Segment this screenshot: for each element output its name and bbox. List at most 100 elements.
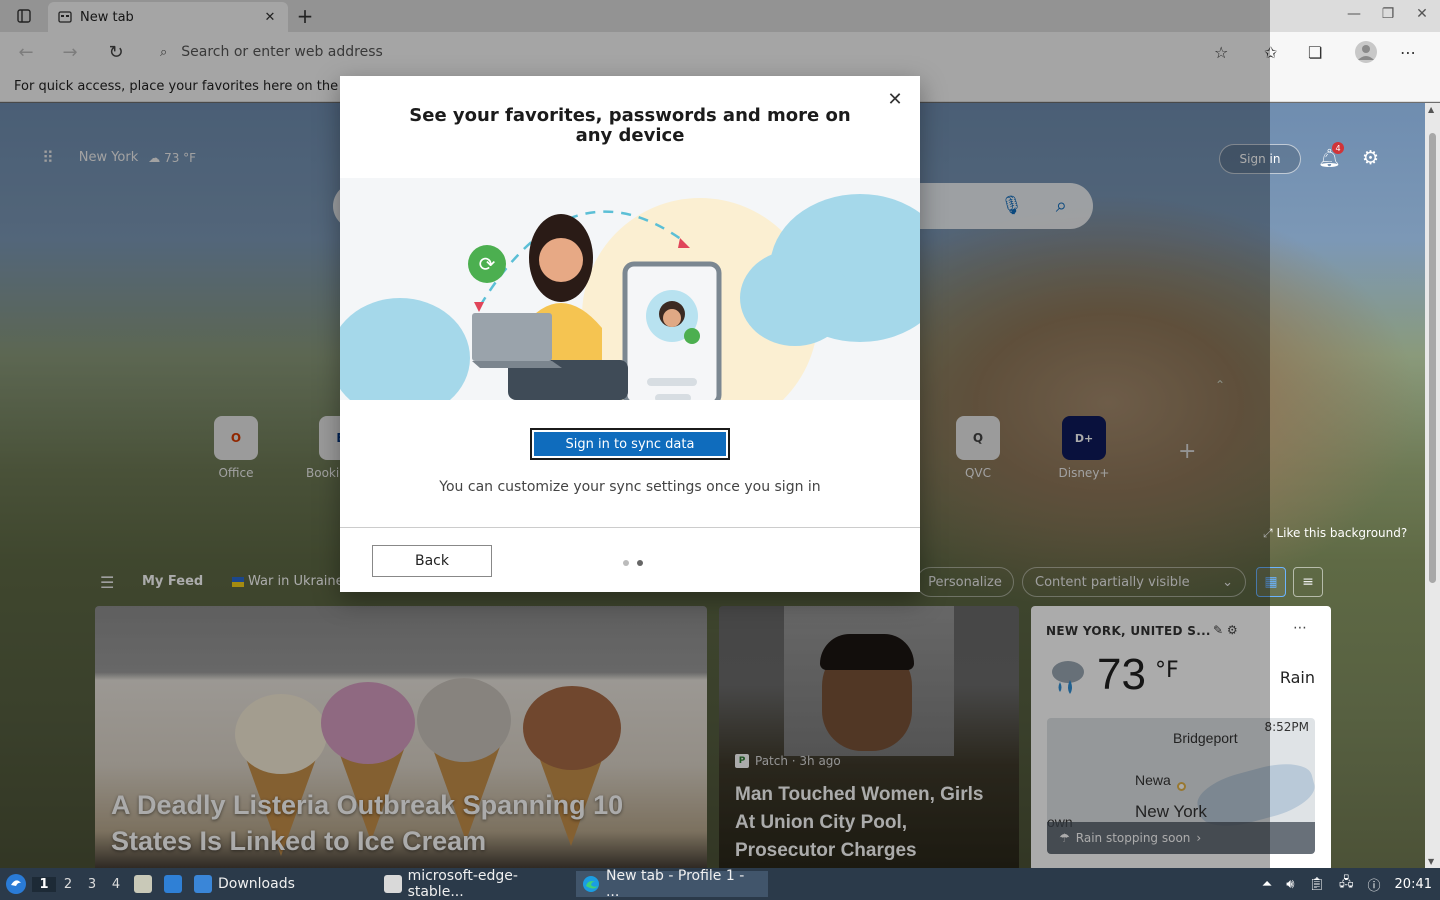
clipboard-icon[interactable]: 📋︎ bbox=[1309, 877, 1326, 892]
start-menu-icon[interactable] bbox=[0, 868, 32, 900]
map-label: Newa bbox=[1135, 772, 1171, 788]
content-visibility-dropdown[interactable]: Content partially visible ⌄ bbox=[1022, 567, 1246, 597]
restore-button[interactable]: ❐ bbox=[1378, 6, 1398, 22]
forward-arrow-icon[interactable]: → bbox=[58, 40, 82, 64]
vanilla-scoop bbox=[235, 694, 327, 774]
taskbar-item-edge-download[interactable]: microsoft-edge-stable... bbox=[378, 868, 576, 900]
list-view-icon[interactable]: ≡ bbox=[1293, 567, 1323, 597]
edit-location-icon[interactable]: ✎ ⚙ bbox=[1213, 623, 1238, 637]
qvc-icon: Q bbox=[956, 416, 1000, 460]
minimize-button[interactable]: — bbox=[1344, 6, 1364, 22]
network-icon[interactable]: 🖧 bbox=[1339, 873, 1354, 895]
like-background-link[interactable]: ⤢ Like this background? bbox=[1263, 526, 1407, 541]
grid-view-icon[interactable]: ▦ bbox=[1256, 567, 1286, 597]
sync-illustration: ⟳ bbox=[340, 178, 920, 400]
strawberry-scoop bbox=[321, 682, 415, 764]
search-submit-icon[interactable]: ⌕ bbox=[1056, 193, 1067, 217]
weather-more-icon[interactable]: ⋯ bbox=[1293, 620, 1307, 636]
dialog-close-icon[interactable]: ✕ bbox=[884, 88, 906, 110]
pagination-dot[interactable] bbox=[623, 560, 629, 566]
quick-link-label: Office bbox=[218, 466, 254, 480]
taskbar-item-downloads[interactable]: Downloads bbox=[188, 871, 378, 897]
workspace-1[interactable]: 1 bbox=[32, 876, 56, 892]
address-input[interactable]: Search or enter web address bbox=[181, 44, 383, 60]
news-card-patch[interactable]: P Patch · 3h ago Man Touched Women, Girl… bbox=[719, 606, 1019, 868]
chevron-up-icon[interactable]: ⌃ bbox=[1215, 378, 1225, 392]
tab-war-in-ukraine[interactable]: War in Ukraine bbox=[232, 574, 344, 589]
weather-mini[interactable]: ☁ 73 °F bbox=[148, 151, 196, 165]
microphone-icon[interactable]: 🎙︎ bbox=[1000, 195, 1023, 216]
news-headline[interactable]: Man Touched Women, Girls At Union City P… bbox=[735, 781, 1005, 865]
scrollbar-thumb[interactable] bbox=[1429, 133, 1436, 583]
desktop-launcher[interactable] bbox=[158, 871, 188, 897]
tab-my-feed[interactable]: My Feed bbox=[142, 574, 203, 589]
chevron-right-icon: › bbox=[1196, 831, 1202, 845]
weather-unit[interactable]: °F bbox=[1155, 658, 1179, 683]
news-source: P Patch · 3h ago bbox=[735, 754, 841, 768]
favorites-icon[interactable]: ✩ bbox=[1264, 40, 1277, 64]
workspace-4[interactable]: 4 bbox=[104, 877, 128, 892]
news-headline[interactable]: A Deadly Listeria Outbreak Spanning 10 S… bbox=[111, 787, 671, 859]
dialog-divider bbox=[340, 527, 920, 528]
settings-gear-icon[interactable]: ⚙ bbox=[1362, 147, 1379, 169]
updates-icon[interactable]: ⓘ bbox=[1368, 875, 1381, 894]
add-quick-link-icon[interactable]: + bbox=[1178, 439, 1196, 464]
quick-link-disney[interactable]: D+ Disney+ bbox=[1049, 416, 1119, 480]
ntp-sign-in-button[interactable]: Sign in bbox=[1219, 144, 1301, 174]
new-tab-page-icon bbox=[58, 11, 72, 23]
weather-location[interactable]: New York bbox=[79, 150, 139, 165]
cookies-scoop bbox=[417, 678, 511, 762]
file-manager-launcher[interactable] bbox=[128, 871, 158, 897]
rain-cloud-icon bbox=[1052, 661, 1084, 694]
app-launcher-icon[interactable]: ⠿ bbox=[42, 148, 55, 167]
back-arrow-icon[interactable]: ← bbox=[14, 40, 38, 64]
close-window-button[interactable]: ✕ bbox=[1412, 6, 1432, 22]
quick-link-label: QVC bbox=[964, 466, 992, 480]
hamburger-menu-icon[interactable]: ☰ bbox=[100, 573, 114, 592]
desktop-icon bbox=[164, 875, 182, 893]
personalize-button[interactable]: Personalize bbox=[916, 567, 1014, 597]
sync-illustration-art: ⟳ bbox=[340, 194, 920, 400]
volume-icon[interactable]: 🔊︎ bbox=[1286, 877, 1294, 892]
more-menu-icon[interactable]: ⋯ bbox=[1400, 40, 1416, 64]
add-favorite-icon[interactable]: ☆ bbox=[1214, 40, 1228, 64]
workspace-3[interactable]: 3 bbox=[80, 877, 104, 892]
news-card-icecream[interactable]: A Deadly Listeria Outbreak Spanning 10 S… bbox=[95, 606, 707, 868]
sign-in-to-sync-button[interactable]: Sign in to sync data bbox=[530, 428, 730, 460]
address-bar[interactable]: ⌕ Search or enter web address bbox=[150, 36, 1245, 68]
taskbar-item-edge-window[interactable]: New tab - Profile 1 - ... bbox=[576, 868, 768, 900]
weather-card[interactable]: NEW YORK, UNITED S... ✎ ⚙ ⋯ 73 °F Rain B… bbox=[1031, 606, 1331, 868]
weather-card-location: NEW YORK, UNITED S... bbox=[1046, 624, 1211, 638]
pagination-dot-active[interactable] bbox=[637, 560, 643, 566]
workspace-2[interactable]: 2 bbox=[56, 877, 80, 892]
forecast-text: Rain stopping soon bbox=[1075, 831, 1191, 845]
new-tab-button[interactable]: + bbox=[292, 4, 318, 28]
tray-upload-icon[interactable]: ⏶ bbox=[1262, 877, 1272, 892]
quick-link-label: Disney+ bbox=[1058, 466, 1110, 480]
notifications-bell-icon[interactable]: 🔔︎ 4 bbox=[1318, 142, 1344, 169]
folder-icon bbox=[194, 875, 212, 893]
weather-radar-map[interactable]: Bridgeport Newa New York own 8:52PM ☂ Ra… bbox=[1047, 718, 1315, 854]
quick-link-qvc[interactable]: Q QVC bbox=[943, 416, 1013, 480]
back-button[interactable]: Back bbox=[372, 545, 492, 577]
location-pin-icon bbox=[1177, 782, 1186, 791]
profile-avatar[interactable] bbox=[1354, 40, 1378, 64]
page-scrollbar[interactable]: ▲ ▼ bbox=[1425, 103, 1440, 868]
scroll-down-icon[interactable]: ▼ bbox=[1428, 857, 1434, 866]
package-icon bbox=[384, 875, 402, 893]
scroll-up-icon[interactable]: ▲ bbox=[1428, 105, 1434, 114]
tab-close-icon[interactable]: ✕ bbox=[262, 10, 278, 25]
weather-mini-temp: 73 °F bbox=[164, 150, 197, 165]
search-icon: ⌕ bbox=[160, 44, 168, 60]
weather-forecast-footer[interactable]: ☂ Rain stopping soon › bbox=[1047, 822, 1315, 854]
clock[interactable]: 20:41 bbox=[1395, 877, 1432, 892]
refresh-icon[interactable]: ↻ bbox=[104, 40, 128, 64]
svg-text:⟳: ⟳ bbox=[479, 252, 496, 276]
taskbar-item-label: New tab - Profile 1 - ... bbox=[605, 868, 745, 900]
collections-icon[interactable]: ❏ bbox=[1308, 40, 1322, 64]
like-background-label: Like this background? bbox=[1276, 526, 1408, 540]
tab-new-tab[interactable]: New tab ✕ bbox=[48, 2, 288, 32]
tab-actions-menu[interactable] bbox=[8, 5, 40, 27]
quick-link-office[interactable]: O Office bbox=[201, 416, 271, 480]
weather-temperature: 73 bbox=[1097, 650, 1146, 699]
